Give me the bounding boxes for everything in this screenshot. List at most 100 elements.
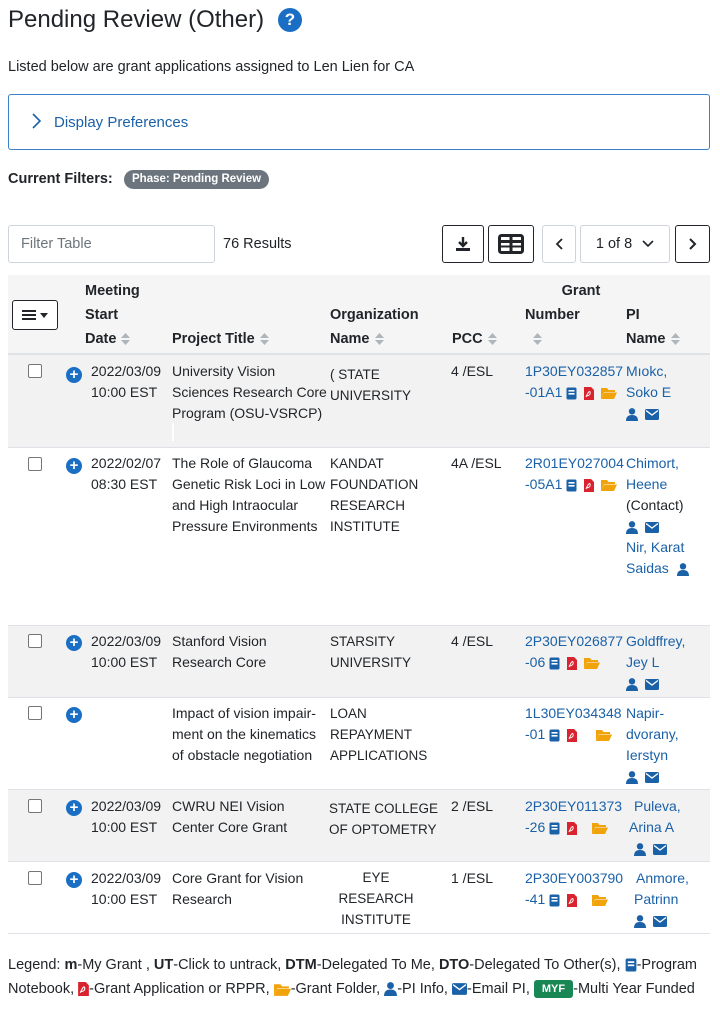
grant-number-link[interactable]: 2P30EY003790 xyxy=(525,868,623,889)
display-preferences-label: Display Preferences xyxy=(54,114,189,131)
pi-name-link[interactable]: Napir- xyxy=(626,703,679,724)
download-button[interactable] xyxy=(442,225,484,263)
row-checkbox[interactable] xyxy=(28,457,42,471)
expand-row-icon[interactable]: + xyxy=(66,800,82,816)
notebook-icon[interactable] xyxy=(549,657,560,670)
row-checkbox[interactable] xyxy=(28,871,42,885)
expand-row-icon[interactable]: + xyxy=(66,367,82,383)
col-meeting-date[interactable]: Meeting Start Date xyxy=(85,279,140,351)
pi-name-link[interactable]: Ierstyn xyxy=(626,745,679,766)
grant-number-suffix[interactable]: -05A1 xyxy=(525,476,562,492)
pi-name-link[interactable]: Jey L xyxy=(626,652,685,673)
grant-number-link[interactable]: 2R01EY027004 xyxy=(525,453,624,474)
row-checkbox[interactable] xyxy=(28,706,42,720)
email-icon[interactable] xyxy=(644,408,659,420)
pi-name-link[interactable]: Mıokc, xyxy=(626,361,671,382)
row-checkbox[interactable] xyxy=(28,364,42,378)
pdf-icon[interactable] xyxy=(567,656,578,670)
folder-icon[interactable] xyxy=(601,479,618,492)
download-icon xyxy=(456,237,470,251)
notebook-icon[interactable] xyxy=(566,387,577,400)
folder-icon[interactable] xyxy=(591,894,608,907)
pcc-value: 4 /ESL xyxy=(451,363,494,379)
table-row: + 2022/03/09 10:00 EST University Vision… xyxy=(8,355,710,448)
expand-row-icon[interactable]: + xyxy=(66,707,82,723)
grant-number-suffix[interactable]: -41 xyxy=(525,891,545,907)
folder-icon[interactable] xyxy=(583,657,600,670)
column-menu-button[interactable] xyxy=(12,300,58,330)
folder-icon[interactable] xyxy=(595,729,612,742)
pi-name-link[interactable]: dvorany, xyxy=(626,724,679,745)
email-icon[interactable] xyxy=(644,521,659,533)
pi-info-icon[interactable] xyxy=(634,914,646,928)
email-icon[interactable] xyxy=(644,678,659,690)
expand-row-icon[interactable]: + xyxy=(66,458,82,474)
pdf-icon[interactable] xyxy=(567,893,578,907)
pi-name-link[interactable]: Goldffrey, xyxy=(626,631,685,652)
page-select[interactable]: 1 of 8 xyxy=(580,225,670,263)
pi-name-link[interactable]: Nir, Karat xyxy=(626,537,692,558)
pdf-icon[interactable] xyxy=(584,478,595,492)
grant-number-link[interactable]: 2P30EY011373 xyxy=(525,796,622,817)
project-title: Stanford Vision Research Core xyxy=(172,633,267,670)
display-preferences-panel[interactable]: Display Preferences xyxy=(8,94,710,150)
page-indicator: 1 of 8 xyxy=(595,236,633,252)
grant-number-suffix[interactable]: -06 xyxy=(525,654,545,670)
pdf-icon[interactable] xyxy=(584,386,595,400)
col-grant-number[interactable]: Grant Number xyxy=(525,279,615,351)
pi-name-link[interactable]: Puleva, xyxy=(626,796,681,817)
pi-info-icon[interactable] xyxy=(626,770,638,784)
col-organization-name[interactable]: Organization Name xyxy=(330,303,419,351)
notebook-icon[interactable] xyxy=(566,479,577,492)
grant-number-link[interactable]: 1P30EY032857 xyxy=(525,361,623,382)
meeting-time: 10:00 EST xyxy=(91,654,158,670)
help-icon[interactable]: ? xyxy=(278,8,302,32)
grant-number-suffix[interactable]: -26 xyxy=(525,819,545,835)
pdf-icon[interactable] xyxy=(567,821,578,835)
previous-page-button[interactable] xyxy=(542,225,576,263)
email-icon[interactable] xyxy=(652,843,667,855)
pi-info-icon[interactable] xyxy=(626,677,638,691)
col-project-title[interactable]: Project Title xyxy=(172,327,269,351)
pi-info-icon[interactable] xyxy=(626,407,638,421)
col-pcc[interactable]: PCC xyxy=(452,327,497,351)
email-icon[interactable] xyxy=(644,771,659,783)
grant-number-link[interactable]: 2P30EY026877 xyxy=(525,631,623,652)
chevron-right-icon xyxy=(32,113,41,129)
grant-number-link[interactable]: 1L30EY034348 xyxy=(525,703,622,724)
pi-name-link[interactable]: Arina A xyxy=(626,817,681,838)
grant-number-suffix[interactable]: -01A1 xyxy=(525,384,562,400)
notebook-icon[interactable] xyxy=(549,822,560,835)
email-icon[interactable] xyxy=(652,915,667,927)
pi-info-icon[interactable] xyxy=(626,520,638,534)
pdf-icon[interactable] xyxy=(567,728,578,742)
col-pi-name[interactable]: PI Name xyxy=(626,303,680,351)
expand-row-icon[interactable]: + xyxy=(66,635,82,651)
notebook-icon[interactable] xyxy=(549,729,560,742)
expand-row-icon[interactable]: + xyxy=(66,872,82,888)
pi-name-link[interactable]: Anmore, xyxy=(626,868,689,889)
row-checkbox[interactable] xyxy=(28,799,42,813)
meeting-date: 2022/03/09 xyxy=(91,363,162,379)
project-title: Impact of vision impair-ment on the kine… xyxy=(172,705,316,763)
pi-info-icon[interactable] xyxy=(634,842,646,856)
pi-name-link[interactable]: Chimort, xyxy=(626,453,692,474)
next-page-button[interactable] xyxy=(675,225,710,263)
hamburger-icon xyxy=(22,310,36,320)
project-title: The Role of Glaucoma Genetic Risk Loci in… xyxy=(172,455,326,534)
page-title: Pending Review (Other) xyxy=(8,6,265,33)
pi-info-icon[interactable] xyxy=(676,562,689,576)
grant-number-suffix[interactable]: -01 xyxy=(525,726,545,742)
pi-name-link[interactable]: Soko E xyxy=(626,382,671,403)
filter-table-input[interactable] xyxy=(8,225,215,263)
notebook-icon[interactable] xyxy=(549,894,560,907)
folder-icon[interactable] xyxy=(601,387,618,400)
pi-name-link[interactable]: Patrinn xyxy=(626,889,689,910)
row-checkbox[interactable] xyxy=(28,634,42,648)
sort-icon xyxy=(487,333,497,346)
pi-name-link[interactable]: Heene xyxy=(626,474,692,495)
pi-info-icon xyxy=(384,982,398,997)
table-view-button[interactable] xyxy=(488,225,534,263)
pi-name-link[interactable]: Saidas xyxy=(626,560,669,576)
folder-icon[interactable] xyxy=(591,822,608,835)
